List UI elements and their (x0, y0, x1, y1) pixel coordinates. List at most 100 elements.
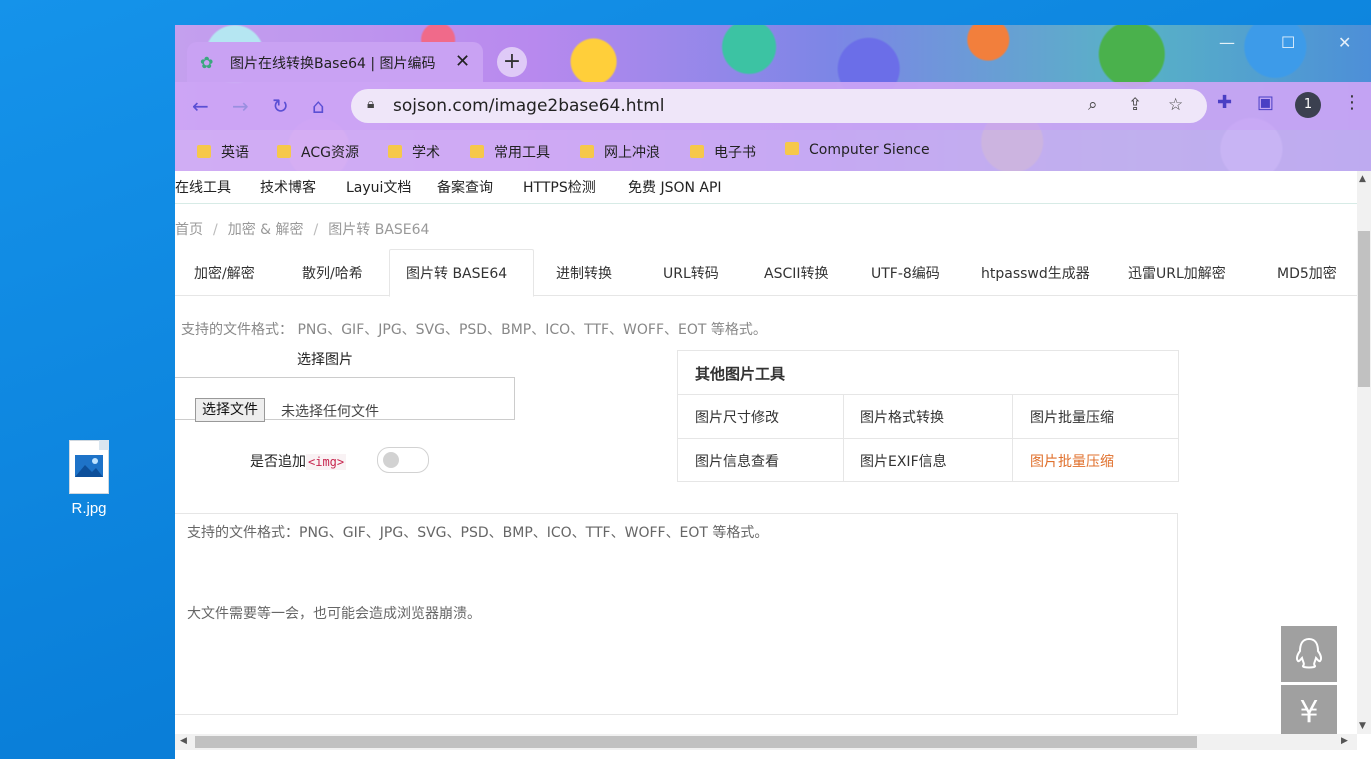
browser-toolbar: ← → ↻ ⌂ 🔒︎ sojson.com/image2base64.html … (175, 82, 1371, 130)
folder-icon (470, 145, 484, 158)
donate-button[interactable]: ¥ (1281, 685, 1337, 734)
divider (1012, 395, 1013, 481)
tab-utf8[interactable]: UTF-8编码 (871, 263, 940, 283)
bookmark-surfing[interactable]: 网上冲浪 (580, 142, 660, 162)
profile-avatar[interactable]: 1 (1295, 92, 1321, 118)
bookmark-cs[interactable]: Computer Sience (785, 142, 930, 158)
other-tools-title: 其他图片工具 (695, 365, 786, 383)
bookmark-academic[interactable]: 学术 (388, 142, 440, 162)
nav-blog[interactable]: 技术博客 (260, 177, 316, 197)
breadcrumb: 首页 / 加密 & 解密 / 图片转 BASE64 (175, 222, 430, 238)
folder-icon (580, 145, 594, 158)
url-text[interactable]: sojson.com/image2base64.html (393, 96, 665, 116)
tab-encrypt[interactable]: 加密/解密 (194, 263, 255, 283)
folder-icon (388, 145, 402, 158)
tool-info[interactable]: 图片信息查看 (695, 451, 779, 471)
menu-kebab-icon[interactable]: ⋮ (1343, 92, 1361, 113)
choose-file-button[interactable]: 选择文件 (195, 398, 265, 422)
tool-format-convert[interactable]: 图片格式转换 (860, 407, 944, 427)
back-arrow-icon[interactable]: ← (192, 94, 209, 118)
tab-ascii[interactable]: ASCII转换 (764, 263, 829, 283)
append-img-label: 是否追加 <img> (250, 454, 347, 470)
horizontal-scrollbar[interactable]: ◀ ▶ (175, 734, 1357, 750)
divider (843, 395, 844, 481)
tools-row: 图片尺寸修改 图片格式转换 图片批量压缩 (678, 395, 1178, 438)
nav-icp[interactable]: 备案查询 (437, 177, 493, 197)
breadcrumb-home[interactable]: 首页 (175, 222, 203, 238)
breadcrumb-crypto[interactable]: 加密 & 解密 (228, 222, 304, 238)
folder-icon (277, 145, 291, 158)
close-window-icon[interactable]: ✕ (1338, 33, 1351, 52)
tab-radix[interactable]: 进制转换 (556, 263, 612, 283)
folder-icon (785, 142, 799, 155)
home-icon[interactable]: ⌂ (312, 94, 325, 118)
tool-resize[interactable]: 图片尺寸修改 (695, 407, 779, 427)
select-image-title: 选择图片 (297, 352, 353, 368)
scroll-right-icon[interactable]: ▶ (1341, 736, 1348, 746)
tab-md5[interactable]: MD5加密 (1277, 263, 1337, 283)
tab-title: 图片在线转换Base64 | 图片编码 (230, 56, 436, 72)
reload-icon[interactable]: ↻ (272, 94, 289, 118)
tool-exif[interactable]: 图片EXIF信息 (860, 451, 947, 471)
tool-batch-compress[interactable]: 图片批量压缩 (1030, 407, 1114, 427)
minimize-icon[interactable]: — (1219, 33, 1235, 52)
bookmark-star-icon[interactable]: ☆ (1168, 95, 1183, 115)
nav-layui[interactable]: Layui文档 (346, 177, 411, 197)
maximize-icon[interactable]: ☐ (1281, 33, 1295, 52)
scroll-left-icon[interactable]: ◀ (180, 736, 187, 746)
folder-icon (197, 145, 211, 158)
vertical-scrollbar[interactable]: ▲ ▼ (1357, 171, 1371, 734)
tab-image-base64[interactable]: 图片转 BASE64 (406, 263, 507, 283)
nav-online-tools[interactable]: 在线工具 (175, 177, 231, 197)
bookmarks-bar: 英语 ACG资源 学术 常用工具 网上冲浪 电子书 Computer Sienc… (175, 130, 1371, 171)
bookmark-acg[interactable]: ACG资源 (277, 142, 359, 162)
other-image-tools-panel: 其他图片工具 图片尺寸修改 图片格式转换 图片批量压缩 图片信息查看 图片EXI… (677, 350, 1179, 482)
tool-tabs: 加密/解密 散列/哈希 图片转 BASE64 进制转换 URL转码 ASCII转… (175, 249, 1357, 297)
desktop-file-icon[interactable]: R.jpg (56, 440, 122, 517)
image-file-icon (69, 440, 109, 494)
tab-hash[interactable]: 散列/哈希 (302, 263, 363, 283)
tab-htpasswd[interactable]: htpasswd生成器 (981, 263, 1090, 283)
yen-icon: ¥ (1299, 695, 1319, 730)
browser-tab[interactable]: ✿ 图片在线转换Base64 | 图片编码 ✕ (187, 42, 483, 82)
tab-url[interactable]: URL转码 (663, 263, 719, 283)
append-img-toggle[interactable] (377, 447, 429, 473)
lock-icon: 🔒︎ (367, 96, 375, 112)
bookmark-ebooks[interactable]: 电子书 (690, 142, 756, 162)
zoom-icon[interactable]: ⌕ (1088, 95, 1098, 115)
nav-json-api[interactable]: 免费 JSON API (628, 177, 722, 197)
bookmark-english[interactable]: 英语 (197, 142, 249, 162)
share-icon[interactable]: ⇪ (1128, 95, 1142, 115)
tool-batch-compress-highlight[interactable]: 图片批量压缩 (1030, 451, 1114, 471)
side-panel-icon[interactable]: ▣ (1257, 92, 1274, 113)
tools-row: 图片信息查看 图片EXIF信息 图片批量压缩 (678, 438, 1178, 482)
gear-favicon-icon: ✿ (200, 53, 214, 72)
close-tab-icon[interactable]: ✕ (455, 51, 470, 72)
forward-arrow-icon[interactable]: → (232, 94, 249, 118)
tab-thunder-url[interactable]: 迅雷URL加解密 (1128, 263, 1226, 283)
nav-https[interactable]: HTTPS检测 (523, 177, 596, 197)
web-page: 在线工具 技术博客 Layui文档 备案查询 HTTPS检测 免费 JSON A… (175, 171, 1357, 734)
extensions-icon[interactable]: ✚ (1217, 92, 1232, 113)
horizontal-scroll-thumb[interactable] (195, 736, 1197, 748)
file-input[interactable]: 选择文件 未选择任何文件 (175, 377, 515, 422)
bookmark-tools[interactable]: 常用工具 (470, 142, 550, 162)
vertical-scroll-thumb[interactable] (1358, 231, 1370, 387)
scroll-down-icon[interactable]: ▼ (1359, 721, 1366, 731)
no-file-text: 未选择任何文件 (281, 404, 379, 420)
new-tab-button[interactable]: + (497, 47, 527, 77)
breadcrumb-current: 图片转 BASE64 (328, 222, 430, 238)
site-top-nav: 在线工具 技术博客 Layui文档 备案查询 HTTPS检测 免费 JSON A… (175, 171, 1357, 204)
qq-contact-button[interactable] (1281, 626, 1337, 682)
desktop-file-label: R.jpg (71, 500, 107, 517)
address-bar[interactable]: 🔒︎ sojson.com/image2base64.html ⌕ ⇪ ☆ (351, 89, 1207, 123)
scroll-up-icon[interactable]: ▲ (1359, 174, 1366, 184)
browser-window: ✿ 图片在线转换Base64 | 图片编码 ✕ + — ☐ ✕ ← → ↻ ⌂ … (175, 25, 1371, 759)
base64-output-textarea[interactable]: 支持的文件格式：PNG、GIF、JPG、SVG、PSD、BMP、ICO、TTF、… (175, 513, 1178, 715)
img-tag-code: <img> (306, 454, 347, 470)
other-tools-header: 其他图片工具 (678, 351, 1178, 395)
supported-formats-note: 支持的文件格式： PNG、GIF、JPG、SVG、PSD、BMP、ICO、TTF… (181, 322, 767, 338)
qq-icon (1295, 637, 1323, 669)
output-placeholder-line2: 大文件需要等一会，也可能会造成浏览器崩溃。 (187, 606, 481, 622)
toggle-knob (383, 452, 399, 468)
